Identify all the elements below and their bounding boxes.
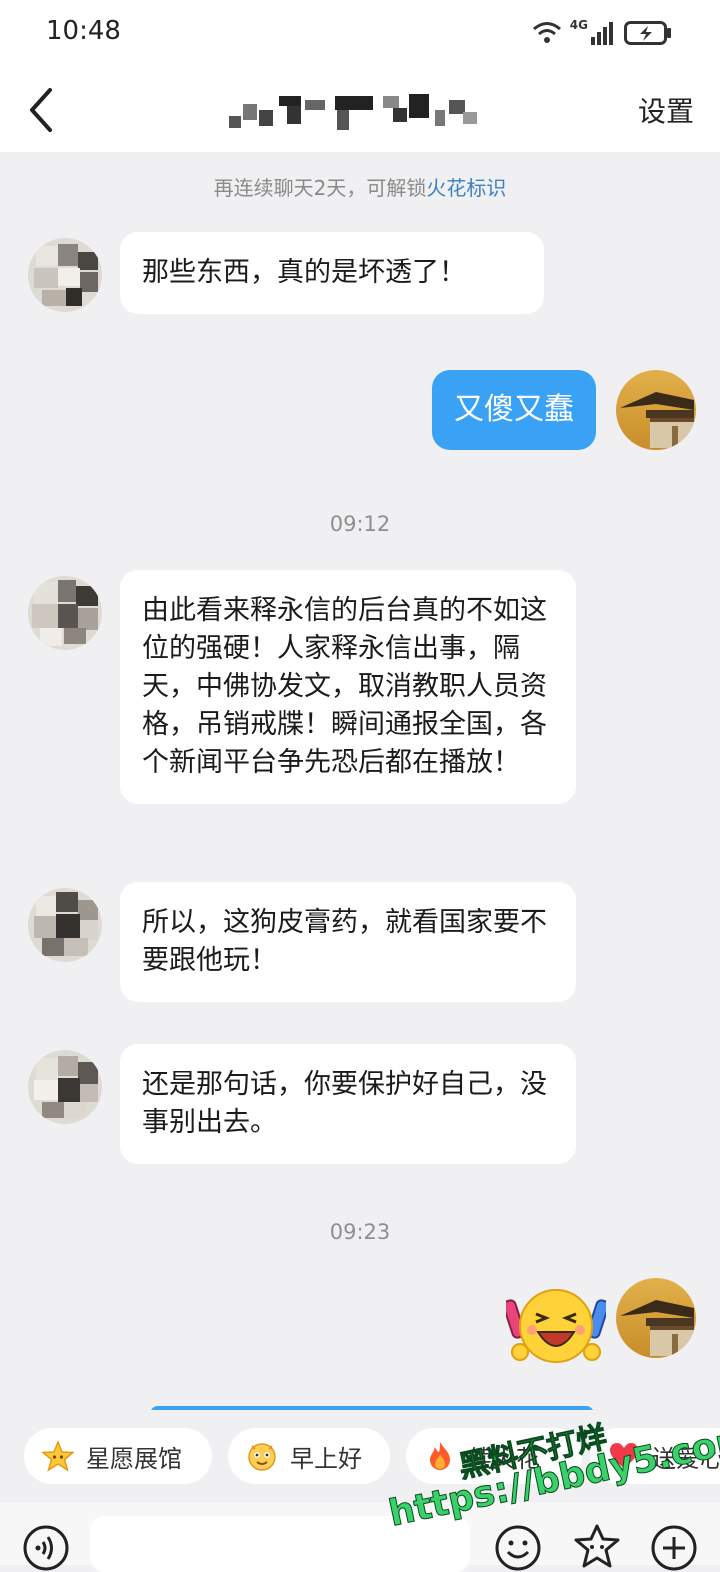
incoming-message-bubble[interactable]: 所以，这狗皮膏药，就看国家要不要跟他玩！	[120, 882, 576, 1002]
quick-action-good-morning[interactable]: 早上好	[228, 1428, 390, 1484]
incoming-message-bubble[interactable]: 由此看来释永信的后台真的不如这位的强硬！人家释永信出事，隔天，中佛协发文，取消教…	[120, 570, 576, 804]
quick-action-star-gallery[interactable]: 星愿展馆	[24, 1428, 212, 1484]
outgoing-message-bubble[interactable]: 又傻又蠢	[432, 370, 596, 450]
streak-note-text: 再连续聊天2天，可解锁	[213, 176, 427, 200]
battery-icon	[624, 21, 671, 45]
contact-avatar[interactable]	[28, 576, 102, 650]
message-text: 所以，这狗皮膏药，就看国家要不要跟他玩！	[142, 907, 547, 976]
status-icons: 4G	[532, 18, 672, 48]
back-button[interactable]	[22, 84, 62, 136]
chip-label: 星愿展馆	[86, 1444, 182, 1473]
message-text: 那些东西，真的是坏透了！	[142, 257, 466, 288]
star-icon	[42, 1440, 74, 1472]
status-time: 10:48	[46, 16, 121, 46]
contact-avatar[interactable]	[28, 1050, 102, 1124]
message-text: 由此看来释永信的后台真的不如这位的强硬！人家释永信出事，隔天，中佛协发文，取消教…	[142, 595, 547, 778]
timestamp-separator: 09:12	[329, 512, 391, 536]
laughing-cheering-sticker-icon[interactable]	[502, 1280, 610, 1370]
contact-name-pixelated	[225, 90, 495, 134]
network-type-label: 4G	[569, 18, 588, 32]
settings-button[interactable]: 设置	[638, 90, 694, 130]
spark-badge-link[interactable]: 火花标识	[426, 176, 506, 200]
smiling-face-icon	[248, 1443, 276, 1471]
contact-avatar[interactable]	[28, 888, 102, 962]
message-text: 又傻又蠢	[454, 392, 574, 427]
signal-icon	[591, 22, 613, 45]
chevron-left-icon	[30, 88, 52, 132]
incoming-message-bubble[interactable]: 那些东西，真的是坏透了！	[120, 232, 544, 314]
chat-message-list[interactable]: 再连续聊天2天，可解锁火花标识 那些东西，真的是坏透了！ 又傻又蠢 09:12	[0, 152, 720, 1416]
streak-system-note: 再连续聊天2天，可解锁火花标识	[0, 172, 720, 201]
my-avatar[interactable]	[616, 370, 696, 450]
my-avatar[interactable]	[616, 1278, 696, 1358]
chat-header: 设置	[0, 70, 720, 152]
chip-label: 早上好	[290, 1444, 362, 1473]
pavilion-roof-image	[620, 1300, 694, 1356]
pavilion-roof-image	[620, 392, 694, 448]
message-text: 还是那句话，你要保护好自己，没事别出去。	[142, 1069, 547, 1138]
contact-avatar[interactable]	[28, 238, 102, 312]
status-bar: 10:48 4G	[0, 0, 720, 70]
wifi-icon	[532, 22, 561, 43]
incoming-message-bubble[interactable]: 还是那句话，你要保护好自己，没事别出去。	[120, 1044, 576, 1164]
timestamp-separator: 09:23	[329, 1220, 391, 1244]
